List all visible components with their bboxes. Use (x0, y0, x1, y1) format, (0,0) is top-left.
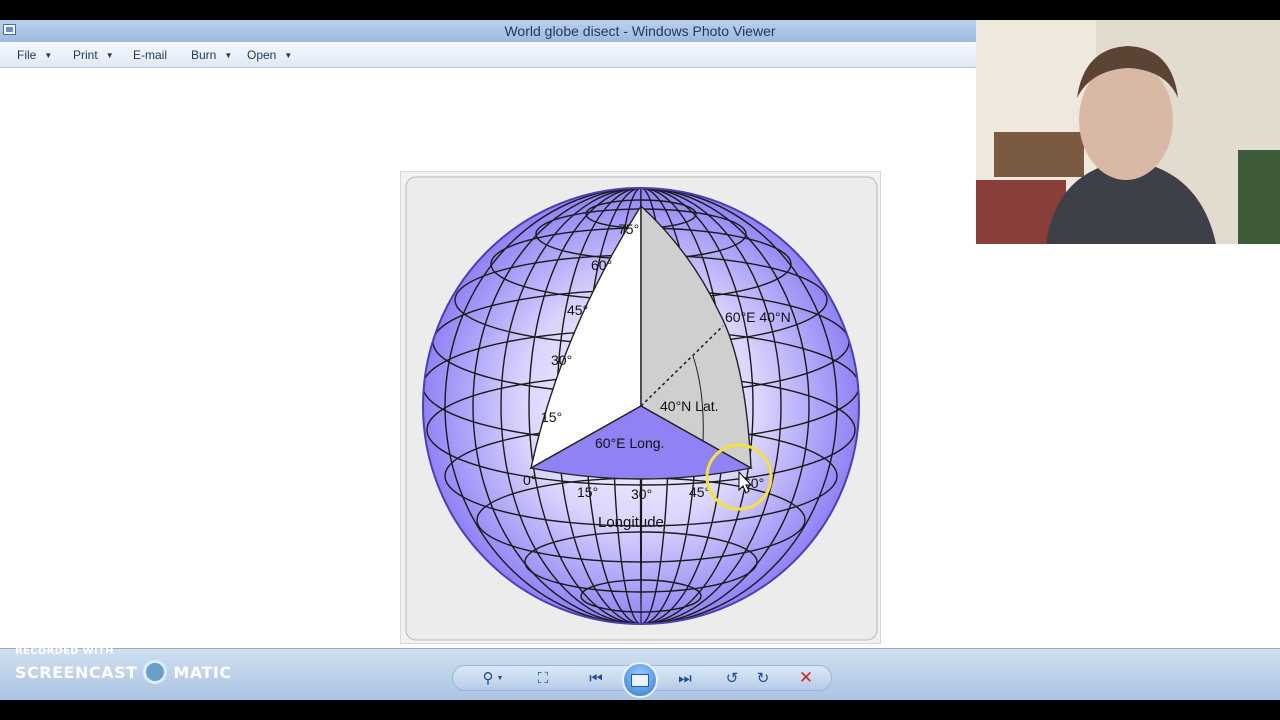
webcam-overlay (976, 20, 1280, 244)
dropdown-arrow-icon: ▼ (224, 51, 233, 60)
menu-file[interactable]: File ▼ (17, 48, 52, 62)
delete-icon[interactable]: ✕ (793, 667, 819, 689)
shelf-items (1238, 150, 1280, 244)
dropdown-arrow-icon: ▼ (284, 51, 293, 60)
watermark-brand-right: MATIC (173, 662, 232, 682)
dropdown-arrow-icon: ▼ (44, 51, 53, 60)
globe-diagram: 75° 60° 45° 30° 15° 0° 15° 30° 45° 60° 6… (405, 176, 878, 641)
watermark-brand-left: SCREENCAST (15, 662, 138, 682)
watermark-caption: RECORDED WITH (15, 646, 114, 657)
latitude-angle-label: 40°N Lat. (660, 398, 719, 414)
dropdown-arrow-icon: ▼ (105, 51, 114, 60)
rotate-counterclockwise-icon[interactable]: ↺ (719, 667, 745, 689)
menu-file-label: File (17, 48, 37, 62)
poster (994, 132, 1084, 177)
lat-label-60: 60° (591, 257, 612, 273)
menu-open-label: Open (247, 48, 277, 62)
previous-icon[interactable]: ⏮ (583, 667, 609, 689)
menu-print-label: Print (73, 48, 98, 62)
menu-email-label: E-mail (133, 48, 168, 62)
slideshow-icon[interactable] (622, 662, 658, 698)
webcam-video (976, 20, 1280, 244)
fit-window-icon[interactable]: ⛶ (530, 667, 556, 689)
longitude-axis-label: Longitude (598, 514, 664, 531)
screencast-watermark: RECORDED WITH SCREENCAST MATIC (15, 646, 232, 684)
longitude-angle-label: 60°E Long. (595, 435, 664, 451)
lat-label-75: 75° (618, 221, 639, 237)
lat-label-30: 30° (551, 352, 572, 368)
lat-label-15: 15° (541, 409, 562, 425)
menu-email[interactable]: E-mail (133, 48, 167, 62)
long-label-30: 30° (631, 486, 652, 502)
displayed-photo: 75° 60° 45° 30° 15° 0° 15° 30° 45° 60° 6… (400, 171, 881, 644)
long-label-0: 0° (523, 472, 536, 488)
menu-burn[interactable]: Burn ▼ (191, 48, 232, 62)
menu-print[interactable]: Print ▼ (73, 48, 114, 62)
rotate-clockwise-icon[interactable]: ↻ (750, 667, 776, 689)
menu-burn-label: Burn (191, 48, 217, 62)
long-label-15: 15° (577, 484, 598, 500)
screencast-logo-icon (143, 660, 168, 684)
next-icon[interactable]: ⏭ (672, 667, 698, 689)
point-label: 60°E 40°N (725, 309, 791, 325)
zoom-icon[interactable]: ⚲ ▼ (476, 667, 510, 689)
menu-open[interactable]: Open ▼ (247, 48, 292, 62)
lat-label-45: 45° (567, 302, 588, 318)
